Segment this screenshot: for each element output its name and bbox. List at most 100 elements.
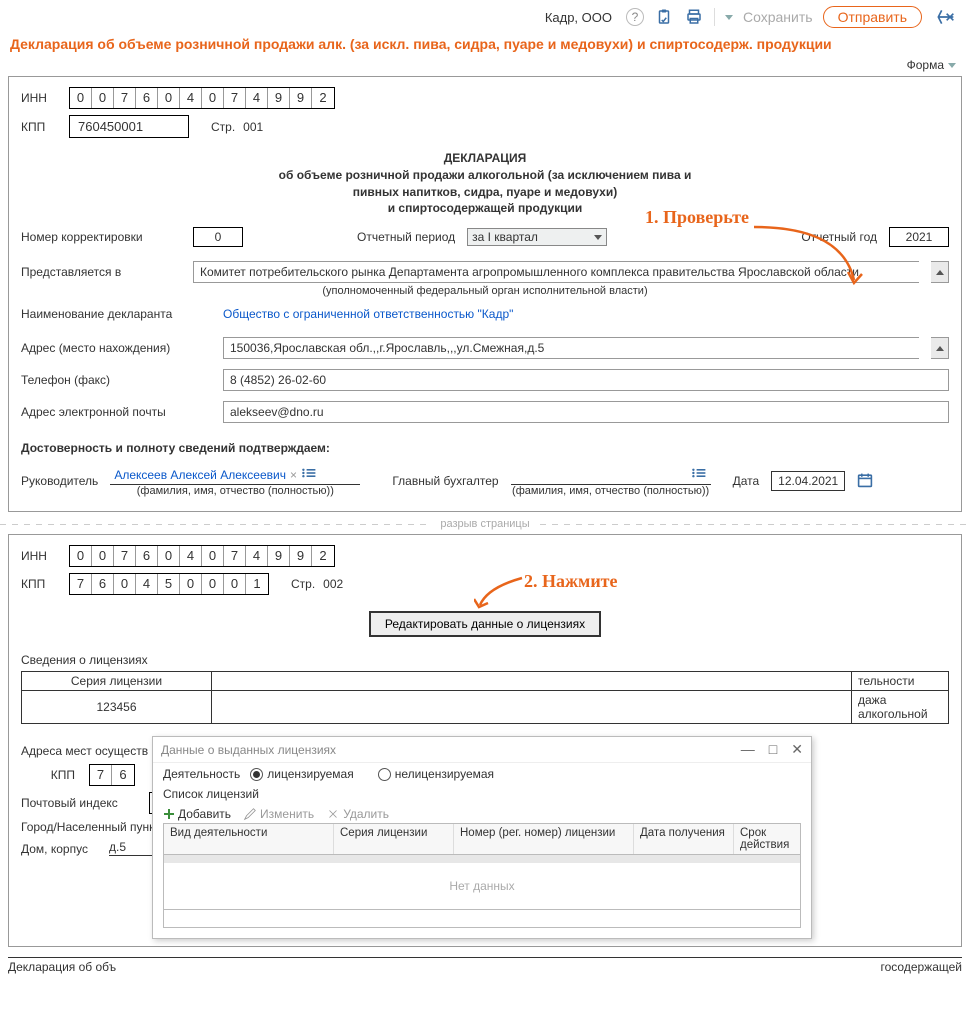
digit-box[interactable]: 9 bbox=[268, 546, 290, 566]
digit-box[interactable]: 0 bbox=[114, 574, 136, 594]
clear-icon[interactable]: × bbox=[290, 468, 297, 482]
dialog-title: Данные о выданных лицензиях bbox=[161, 743, 336, 757]
phone-input[interactable]: 8 (4852) 26-02-60 bbox=[223, 369, 949, 391]
edit-label: Изменить bbox=[260, 807, 314, 821]
kpp-digits[interactable]: 760450001 bbox=[69, 573, 269, 595]
address-label: Адрес (место нахождения) bbox=[21, 341, 211, 355]
date-input[interactable]: 12.04.2021 bbox=[771, 471, 845, 491]
digit-box[interactable]: 4 bbox=[180, 88, 202, 108]
email-label: Адрес электронной почты bbox=[21, 405, 211, 419]
city-label: Город/Населенный пункт bbox=[21, 820, 160, 834]
correction-label: Номер корректировки bbox=[21, 230, 181, 244]
digit-box[interactable]: 0 bbox=[224, 574, 246, 594]
inn-digits[interactable]: 007604074992 bbox=[69, 545, 335, 567]
email-input[interactable]: alekseev@dno.ru bbox=[223, 401, 949, 423]
digit-box[interactable]: 0 bbox=[92, 88, 114, 108]
radio-unlicensed-label: нелицензируемая bbox=[395, 767, 494, 781]
trash-icon bbox=[326, 807, 340, 821]
maximize-icon[interactable]: □ bbox=[769, 741, 777, 758]
digit-box[interactable]: 7 bbox=[114, 88, 136, 108]
digit-box[interactable]: 1 bbox=[246, 574, 268, 594]
digit-box[interactable]: 0 bbox=[70, 546, 92, 566]
page-str-value: 002 bbox=[323, 577, 343, 591]
col-series: Серия лицензии bbox=[334, 824, 454, 854]
digit-box[interactable]: 6 bbox=[136, 546, 158, 566]
help-icon[interactable]: ? bbox=[626, 8, 644, 26]
digit-box[interactable]: 0 bbox=[180, 574, 202, 594]
declarant-link[interactable]: Общество с ограниченной ответственностью… bbox=[223, 307, 513, 321]
table-footer bbox=[163, 910, 801, 928]
digit-box[interactable]: 4 bbox=[246, 88, 268, 108]
postal-label: Почтовый индекс bbox=[21, 796, 141, 810]
digit-box[interactable]: 4 bbox=[180, 546, 202, 566]
digit-box[interactable]: 0 bbox=[92, 546, 114, 566]
table-row[interactable] bbox=[163, 855, 801, 863]
radio-licensed[interactable]: лицензируемая bbox=[250, 767, 353, 781]
kpp2-digits[interactable]: 76 bbox=[89, 764, 135, 786]
col-date: Дата получения bbox=[634, 824, 734, 854]
digit-box[interactable]: 0 bbox=[70, 88, 92, 108]
print-icon[interactable] bbox=[684, 7, 704, 27]
col-activity: тельности bbox=[852, 672, 949, 691]
digit-box[interactable]: 0 bbox=[202, 88, 224, 108]
digit-box[interactable]: 0 bbox=[202, 574, 224, 594]
head-value: Алексеев Алексей Алексеевич bbox=[114, 468, 286, 482]
digit-box[interactable]: 0 bbox=[158, 546, 180, 566]
digit-box[interactable]: 7 bbox=[114, 546, 136, 566]
digit-box[interactable]: 0 bbox=[158, 88, 180, 108]
digit-box[interactable]: 9 bbox=[290, 546, 312, 566]
calendar-icon[interactable] bbox=[857, 472, 873, 491]
fio-hint: (фамилия, имя, отчество (полностью)) bbox=[511, 485, 711, 497]
address-input[interactable]: 150036,Ярославская обл.,,г.Ярославль,,,у… bbox=[223, 337, 919, 359]
digit-box[interactable]: 9 bbox=[268, 88, 290, 108]
edit-button[interactable]: Изменить bbox=[243, 807, 314, 821]
submitted-to-label: Представляется в bbox=[21, 265, 181, 279]
form-link[interactable]: Форма bbox=[907, 58, 944, 72]
list-icon[interactable] bbox=[301, 467, 317, 482]
edit-licenses-button[interactable]: Редактировать данные о лицензиях bbox=[369, 611, 601, 637]
delete-button[interactable]: Удалить bbox=[326, 807, 389, 821]
digit-box[interactable]: 7 bbox=[90, 765, 112, 785]
digit-box[interactable]: 0 bbox=[202, 546, 224, 566]
digit-box[interactable]: 9 bbox=[290, 88, 312, 108]
kpp-value[interactable]: 760450001 bbox=[69, 115, 189, 138]
correction-input[interactable]: 0 bbox=[193, 227, 243, 247]
digit-box[interactable]: 7 bbox=[70, 574, 92, 594]
clipboard-icon[interactable] bbox=[654, 7, 674, 27]
list-icon[interactable] bbox=[691, 467, 707, 482]
send-button[interactable]: Отправить bbox=[823, 6, 922, 28]
head-field[interactable]: Алексеев Алексей Алексеевич × bbox=[110, 465, 360, 485]
pencil-icon bbox=[243, 807, 257, 821]
digit-box[interactable]: 6 bbox=[112, 765, 134, 785]
digit-box[interactable]: 2 bbox=[312, 546, 334, 566]
dropdown-button[interactable] bbox=[931, 261, 949, 283]
digit-box[interactable]: 7 bbox=[224, 88, 246, 108]
house-label: Дом, корпус bbox=[21, 842, 101, 856]
digit-box[interactable]: 5 bbox=[158, 574, 180, 594]
radio-unlicensed[interactable]: нелицензируемая bbox=[378, 767, 494, 781]
digit-box[interactable]: 4 bbox=[136, 574, 158, 594]
close-icon[interactable]: ✕ bbox=[791, 741, 803, 758]
dropdown-button[interactable] bbox=[931, 337, 949, 359]
org-name: Кадр, ООО bbox=[545, 10, 612, 25]
period-label: Отчетный период bbox=[357, 230, 455, 244]
inn-digits[interactable]: 007604074992 bbox=[69, 87, 335, 109]
digit-box[interactable]: 2 bbox=[312, 88, 334, 108]
minimize-icon[interactable]: — bbox=[741, 741, 755, 758]
chevron-down-icon[interactable] bbox=[725, 15, 733, 20]
licenses-info-label: Сведения о лицензиях bbox=[21, 653, 148, 667]
digit-box[interactable]: 4 bbox=[246, 546, 268, 566]
page-break: разрыв страницы bbox=[0, 518, 970, 530]
page-str-label: Стр. bbox=[291, 577, 315, 591]
period-select[interactable]: за I квартал bbox=[467, 228, 607, 246]
year-input[interactable]: 2021 bbox=[889, 227, 949, 247]
accountant-field[interactable] bbox=[511, 465, 711, 485]
confirm-heading: Достоверность и полноту сведений подтвер… bbox=[21, 441, 949, 455]
digit-box[interactable]: 7 bbox=[224, 546, 246, 566]
digit-box[interactable]: 6 bbox=[92, 574, 114, 594]
digit-box[interactable]: 6 bbox=[136, 88, 158, 108]
save-button[interactable]: Сохранить bbox=[743, 9, 813, 25]
add-button[interactable]: Добавить bbox=[163, 807, 231, 821]
chevron-down-icon[interactable] bbox=[948, 63, 956, 68]
close-icon[interactable] bbox=[932, 6, 958, 28]
